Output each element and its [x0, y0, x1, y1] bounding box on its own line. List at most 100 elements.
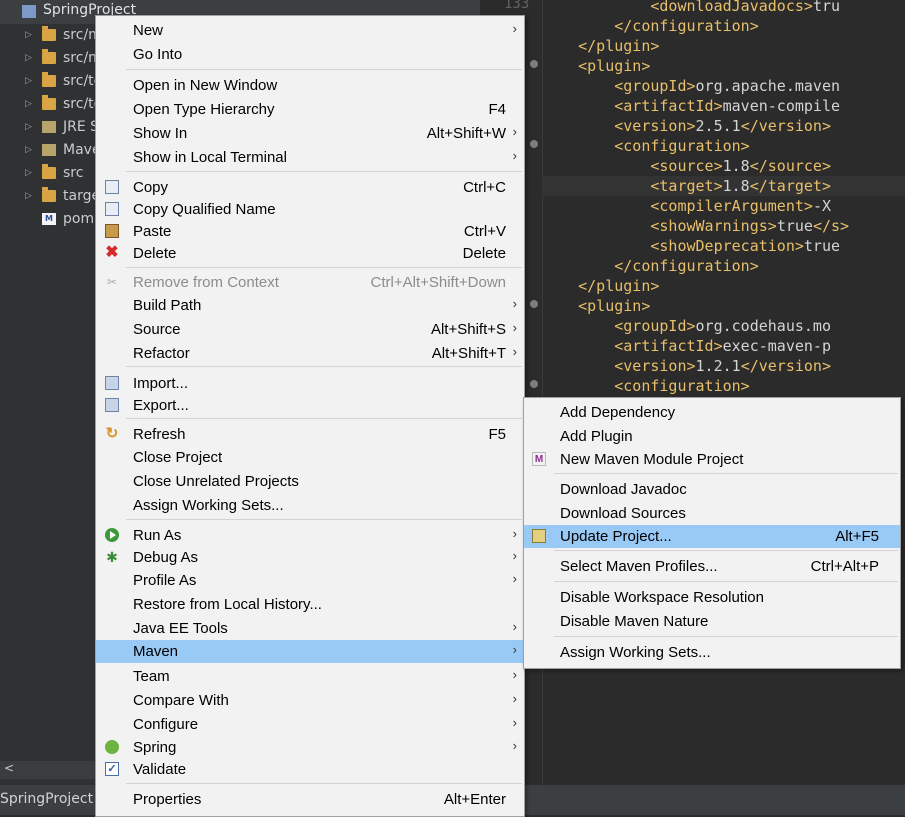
context-menu-item-run-as[interactable]: Run As › — [96, 524, 524, 547]
code-line[interactable]: <groupId>org.apache.maven — [542, 76, 840, 96]
submenu-arrow-icon: › — [512, 548, 517, 563]
expand-arrow-icon[interactable]: ▷ — [25, 116, 32, 138]
menu-item-shortcut: F4 — [488, 101, 506, 118]
code-line[interactable]: <showWarnings>true</s> — [542, 216, 849, 236]
maven-menu-item-assign-working-sets[interactable]: Assign Working Sets... — [524, 641, 900, 664]
expand-arrow-icon[interactable]: ▷ — [25, 47, 32, 69]
code-line[interactable]: <showDeprecation>true — [542, 236, 840, 256]
code-line[interactable]: </configuration> — [542, 256, 759, 276]
xml-tag: <groupId> — [614, 77, 696, 95]
context-menu-item-compare-with[interactable]: Compare With › — [96, 689, 524, 712]
context-menu-item-export[interactable]: Export... — [96, 394, 524, 417]
maven-menu-item-disable-workspace-resolution[interactable]: Disable Workspace Resolution — [524, 586, 900, 609]
maven-menu-item-disable-maven-nature[interactable]: Disable Maven Nature — [524, 610, 900, 633]
maven-menu-item-download-javadoc[interactable]: Download Javadoc — [524, 478, 900, 501]
menu-item-label: Compare With — [133, 692, 229, 709]
maven-module-icon: M — [532, 452, 546, 466]
code-line[interactable]: <downloadJavadocs>tru — [542, 0, 840, 16]
context-menu-item-properties[interactable]: Properties Alt+Enter — [96, 788, 524, 811]
context-menu-item-delete[interactable]: ✖ Delete Delete — [96, 242, 524, 265]
horizontal-scrollbar[interactable]: < — [0, 761, 100, 779]
context-menu-item-assign-working-sets[interactable]: Assign Working Sets... — [96, 494, 524, 517]
menu-item-label: Maven — [133, 643, 179, 660]
menu-separator — [554, 550, 898, 551]
context-menu-item-open-in-new-window[interactable]: Open in New Window — [96, 74, 524, 97]
context-menu-item-show-in[interactable]: Show In Alt+Shift+W › — [96, 122, 524, 145]
xml-value: 1.2.1 — [695, 357, 741, 375]
expand-arrow-icon[interactable]: ▷ — [25, 139, 32, 161]
code-line[interactable]: <target>1.8</target> — [542, 176, 905, 196]
menu-separator — [126, 418, 522, 419]
context-menu-item-refresh[interactable]: ↻ Refresh F5 — [96, 423, 524, 446]
context-menu-item-build-path[interactable]: Build Path › — [96, 294, 524, 317]
context-menu-item-import[interactable]: Import... — [96, 372, 524, 395]
xml-tag: <plugin> — [578, 57, 651, 75]
expand-arrow-icon[interactable]: ▷ — [25, 162, 32, 184]
xml-tag: <artifactId> — [614, 97, 723, 115]
context-menu-item-source[interactable]: Source Alt+Shift+S › — [96, 318, 524, 341]
code-line[interactable]: <compilerArgument>-X — [542, 196, 831, 216]
code-line[interactable]: <artifactId>maven-compile — [542, 96, 840, 116]
maven-menu-item-add-plugin[interactable]: Add Plugin — [524, 425, 900, 448]
code-line[interactable]: <version>1.2.1</version> — [542, 356, 831, 376]
menu-item-label: Close Project — [133, 449, 223, 466]
maven-menu-item-select-maven-profiles[interactable]: Select Maven Profiles... Ctrl+Alt+P — [524, 555, 900, 578]
code-line[interactable]: <configuration> — [542, 136, 750, 156]
fold-marker-icon[interactable] — [530, 300, 538, 308]
project-icon — [22, 5, 36, 18]
menu-item-label: Disable Workspace Resolution — [560, 589, 764, 606]
menu-item-shortcut: F5 — [488, 426, 506, 443]
code-line[interactable]: <groupId>org.codehaus.mo — [542, 316, 831, 336]
context-menu: New › Go Into Open in New Window Open Type H… — [95, 15, 525, 817]
code-line[interactable]: <plugin> — [542, 56, 650, 76]
context-menu-item-show-in-local-terminal[interactable]: Show in Local Terminal › — [96, 146, 524, 169]
xml-tag: <version> — [614, 357, 696, 375]
maven-menu-item-download-sources[interactable]: Download Sources — [524, 502, 900, 525]
expand-arrow-icon[interactable]: ▷ — [25, 93, 32, 115]
menu-item-label: Select Maven Profiles... — [560, 558, 718, 575]
submenu-arrow-icon: › — [512, 619, 517, 634]
context-menu-item-team[interactable]: Team › — [96, 665, 524, 688]
context-menu-item-java-ee-tools[interactable]: Java EE Tools › — [96, 617, 524, 640]
context-menu-item-validate[interactable]: ✓ Validate — [96, 758, 524, 781]
code-line[interactable]: <configuration> — [542, 376, 749, 396]
expand-arrow-icon[interactable]: ▷ — [25, 24, 32, 46]
code-line[interactable]: <artifactId>exec-maven-p — [542, 336, 831, 356]
submenu-arrow-icon: › — [512, 691, 517, 706]
context-menu-item-go-into[interactable]: Go Into — [96, 43, 524, 66]
maven-menu-item-new-maven-module-project[interactable]: M New Maven Module Project — [524, 448, 900, 471]
context-menu-item-close-unrelated-projects[interactable]: Close Unrelated Projects — [96, 470, 524, 493]
code-line[interactable]: <source>1.8</source> — [542, 156, 831, 176]
menu-item-label: New — [133, 22, 164, 39]
fold-marker-icon[interactable] — [530, 60, 538, 68]
context-menu-item-profile-as[interactable]: Profile As › — [96, 569, 524, 592]
expand-arrow-icon[interactable]: ▷ — [25, 70, 32, 92]
xml-tag: <configuration> — [614, 137, 750, 155]
code-line[interactable]: </plugin> — [542, 36, 659, 56]
maven-menu-item-update-project[interactable]: Update Project... Alt+F5 — [524, 525, 900, 548]
xml-value: -X — [812, 197, 831, 215]
code-line[interactable]: </plugin> — [542, 276, 659, 296]
context-menu-item-maven[interactable]: Maven › — [96, 640, 524, 663]
context-menu-item-debug-as[interactable]: ✱ Debug As › — [96, 546, 524, 569]
fold-marker-icon[interactable] — [530, 140, 538, 148]
code-line[interactable]: </configuration> — [542, 16, 759, 36]
fold-marker-icon[interactable] — [530, 380, 538, 388]
code-line[interactable]: <plugin> — [542, 296, 650, 316]
context-menu-item-restore-from-local-history[interactable]: Restore from Local History... — [96, 593, 524, 616]
context-menu-item-open-type-hierarchy[interactable]: Open Type Hierarchy F4 — [96, 98, 524, 121]
maven-menu-item-add-dependency[interactable]: Add Dependency — [524, 401, 900, 424]
context-menu-item-paste[interactable]: Paste Ctrl+V — [96, 220, 524, 243]
code-line[interactable]: <version>2.5.1</version> — [542, 116, 831, 136]
context-menu-item-refactor[interactable]: Refactor Alt+Shift+T › — [96, 342, 524, 365]
context-menu-item-new[interactable]: New › — [96, 19, 524, 42]
scroll-left-icon[interactable]: < — [4, 761, 14, 775]
context-menu-item-close-project[interactable]: Close Project — [96, 446, 524, 469]
expand-arrow-icon[interactable]: ▷ — [25, 185, 32, 207]
menu-item-label: Refactor — [133, 345, 190, 362]
context-menu-item-configure[interactable]: Configure › — [96, 713, 524, 736]
xml-tag: <plugin> — [578, 297, 651, 315]
context-menu-item-spring[interactable]: Spring › — [96, 736, 524, 759]
context-menu-item-copy[interactable]: Copy Ctrl+C — [96, 176, 524, 199]
context-menu-item-copy-qualified-name[interactable]: Copy Qualified Name — [96, 198, 524, 221]
